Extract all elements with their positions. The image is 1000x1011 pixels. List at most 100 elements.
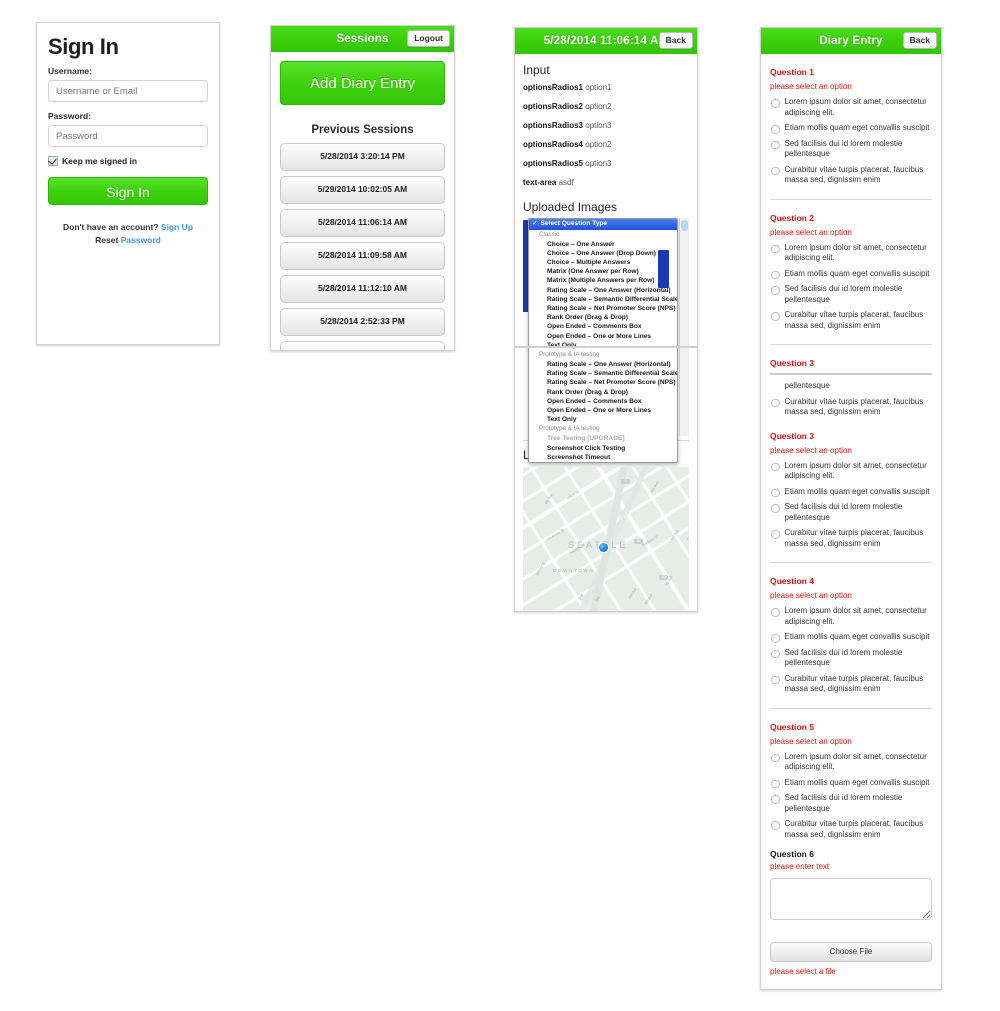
radio-button-icon[interactable] <box>771 634 780 643</box>
select-optgroup-classic: Classic <box>539 230 560 238</box>
radio-button-icon[interactable] <box>771 244 780 253</box>
question-separator <box>770 562 932 563</box>
select-options-popup[interactable]: ✓ Select Question Type Classic Choice – O… <box>528 218 678 463</box>
select-option[interactable]: Matrix (Multiple Answers per Row) <box>529 276 677 285</box>
select-option[interactable]: Choice – One Answer <box>529 240 677 249</box>
select-option[interactable]: Open Ended – One or More Lines <box>529 406 677 415</box>
session-item[interactable]: 5/28/2014 2:23:53 PM <box>280 341 445 350</box>
radio-option[interactable]: Curabitur vitae turpis placerat, faucibu… <box>770 528 932 549</box>
select-scroll-indicator[interactable] <box>658 250 669 288</box>
radio-button-icon[interactable] <box>771 488 780 497</box>
radio-button-icon[interactable] <box>771 795 780 804</box>
radio-option[interactable]: Etiam mollis quam eget convallis suscipi… <box>770 487 932 497</box>
radio-option[interactable]: Curabitur vitae turpis placerat, faucibu… <box>770 674 932 695</box>
radio-option[interactable]: Etiam mollis quam eget convallis suscipi… <box>770 123 932 134</box>
radio-option[interactable]: Curabitur vitae turpis placerat, faucibu… <box>770 165 932 186</box>
select-option[interactable]: Tree Testing [UPGRADE] <box>529 434 677 443</box>
logout-button[interactable]: Logout <box>407 30 450 47</box>
select-option[interactable]: Rating Scale – Net Promoter Score (NPS) <box>529 378 677 387</box>
back-button[interactable]: Back <box>658 32 693 49</box>
radio-option[interactable]: Etiam mollis quam eget convallis suscipi… <box>770 778 932 788</box>
radio-button-icon[interactable] <box>771 504 780 513</box>
select-option[interactable]: Screenshot Click Testing <box>529 444 677 453</box>
password-input[interactable] <box>48 125 208 147</box>
radio-button-icon[interactable] <box>771 166 780 175</box>
radio-button-icon[interactable] <box>771 125 780 134</box>
radio-option[interactable]: Lorem ipsum dolor sit amet, consectetur … <box>770 97 932 118</box>
signin-button[interactable]: Sign In <box>48 177 208 205</box>
question-type-select[interactable]: ✓ Select Question Type Classic Choice – O… <box>515 218 697 463</box>
radio-button-icon[interactable] <box>771 286 780 295</box>
select-option[interactable]: Rating Scale – One Answer (Horizontal) <box>529 360 677 369</box>
radio-button-icon[interactable] <box>771 398 780 407</box>
check-icon: ✓ <box>532 220 538 227</box>
checkbox-checked-icon[interactable] <box>48 156 58 166</box>
input-field-key: text-area <box>523 178 557 187</box>
radio-button-icon[interactable] <box>771 530 780 539</box>
session-item[interactable]: 5/28/2014 3:20:14 PM <box>280 143 445 171</box>
radio-option[interactable]: Sed facilisis dui id lorem molestie pell… <box>770 284 932 305</box>
choose-file-button[interactable]: Choose File <box>770 942 932 962</box>
radio-option-label: Etiam mollis quam eget convallis suscipi… <box>784 268 930 278</box>
select-option[interactable]: Matrix (One Answer per Row) <box>529 267 677 276</box>
radio-option[interactable]: Etiam mollis quam eget convallis suscipi… <box>770 268 932 279</box>
radio-button-icon[interactable] <box>771 675 780 684</box>
radio-button-icon[interactable] <box>771 270 780 279</box>
select-option[interactable]: Screenshot Timeout <box>529 453 677 462</box>
radio-option[interactable]: Lorem ipsum dolor sit amet, consectetur … <box>770 243 932 264</box>
radio-option[interactable]: Lorem ipsum dolor sit amet, consectetur … <box>770 752 932 773</box>
radio-button-icon[interactable] <box>771 99 780 108</box>
back-button[interactable]: Back <box>902 32 937 49</box>
radio-button-icon[interactable] <box>771 649 780 658</box>
radio-option[interactable]: Curabitur vitae turpis placerat, faucibu… <box>770 397 932 418</box>
select-option[interactable]: Choice – Multiple Answers <box>529 258 677 267</box>
select-option[interactable]: Rating Scale – Net Promoter Score (NPS) <box>529 304 677 313</box>
radio-option[interactable]: Etiam mollis quam eget convallis suscipi… <box>770 632 932 643</box>
radio-button-icon[interactable] <box>771 753 780 762</box>
select-option[interactable]: Open Ended – Comments Box <box>529 322 677 331</box>
select-option[interactable]: Text Only <box>529 415 677 424</box>
comment-textarea[interactable] <box>770 878 932 920</box>
radio-option[interactable]: Curabitur vitae turpis placerat, faucibu… <box>770 819 932 840</box>
radio-option[interactable]: Sed facilisis dui id lorem molestie pell… <box>770 139 932 160</box>
radio-button-icon[interactable] <box>771 608 780 617</box>
question-title: Question 3 <box>770 430 814 441</box>
radio-option-label: Sed facilisis dui id lorem molestie pell… <box>784 284 903 304</box>
session-item[interactable]: 5/28/2014 11:09:58 AM <box>280 242 445 270</box>
select-scrollbar-thumb[interactable] <box>681 220 688 231</box>
add-diary-entry-button[interactable]: Add Diary Entry <box>280 61 445 105</box>
select-option[interactable]: Rating Scale – Semantic Differential Sca… <box>529 369 677 378</box>
radio-button-icon[interactable] <box>771 821 780 830</box>
session-item[interactable]: 5/28/2014 11:12:10 AM <box>280 275 445 303</box>
select-option[interactable]: Choice – One Answer (Drop Down) <box>529 249 677 258</box>
radio-option[interactable]: Sed facilisis dui id lorem molestie pell… <box>770 793 932 814</box>
select-scrollbar[interactable] <box>679 218 689 436</box>
select-option[interactable]: Open Ended – Comments Box <box>529 397 677 406</box>
select-option[interactable]: Open Ended – One or More Lines <box>529 332 677 341</box>
radio-option[interactable]: Curabitur vitae turpis placerat, faucibu… <box>770 310 932 331</box>
select-option[interactable]: Rating Scale – One Answer (Horizontal) <box>529 286 677 295</box>
radio-option[interactable]: Lorem ipsum dolor sit amet, consectetur … <box>770 606 932 627</box>
username-input[interactable] <box>48 80 208 102</box>
select-option[interactable]: Rating Scale – Semantic Differential Sca… <box>529 295 677 304</box>
signup-link[interactable]: Sign Up <box>161 222 193 232</box>
reset-password-link[interactable]: Password <box>121 235 161 245</box>
radio-button-icon[interactable] <box>771 140 780 149</box>
radio-option[interactable]: Sed facilisis dui id lorem molestie pell… <box>770 648 932 669</box>
select-option-selected[interactable]: ✓ Select Question Type <box>529 219 677 230</box>
session-item[interactable]: 5/28/2014 2:52:33 PM <box>280 308 445 336</box>
radio-button-icon[interactable] <box>771 779 780 788</box>
session-item[interactable]: 5/28/2014 11:06:14 AM <box>280 209 445 237</box>
location-map[interactable]: I5 I5 99 4th Ave Union St University St … <box>523 467 689 611</box>
keep-signed-in-row[interactable]: Keep me signed in <box>48 156 208 166</box>
session-item[interactable]: 5/29/2014 10:02:05 AM <box>280 176 445 204</box>
question-error: please enter text <box>770 862 830 871</box>
select-option[interactable]: Rank Order (Drag & Drop) <box>529 388 677 397</box>
radio-option[interactable]: Lorem ipsum dolor sit amet, consectetur … <box>770 461 932 482</box>
radio-option[interactable]: Sed facilisis dui id lorem molestie pell… <box>770 502 932 523</box>
select-optgroup-classic-items: Choice – One Answer Choice – One Answer (… <box>529 240 677 350</box>
radio-button-icon[interactable] <box>771 462 780 471</box>
radio-button-icon[interactable] <box>771 312 780 321</box>
select-option[interactable]: Rank Order (Drag & Drop) <box>529 313 677 322</box>
input-field-value: option2 <box>583 140 612 149</box>
